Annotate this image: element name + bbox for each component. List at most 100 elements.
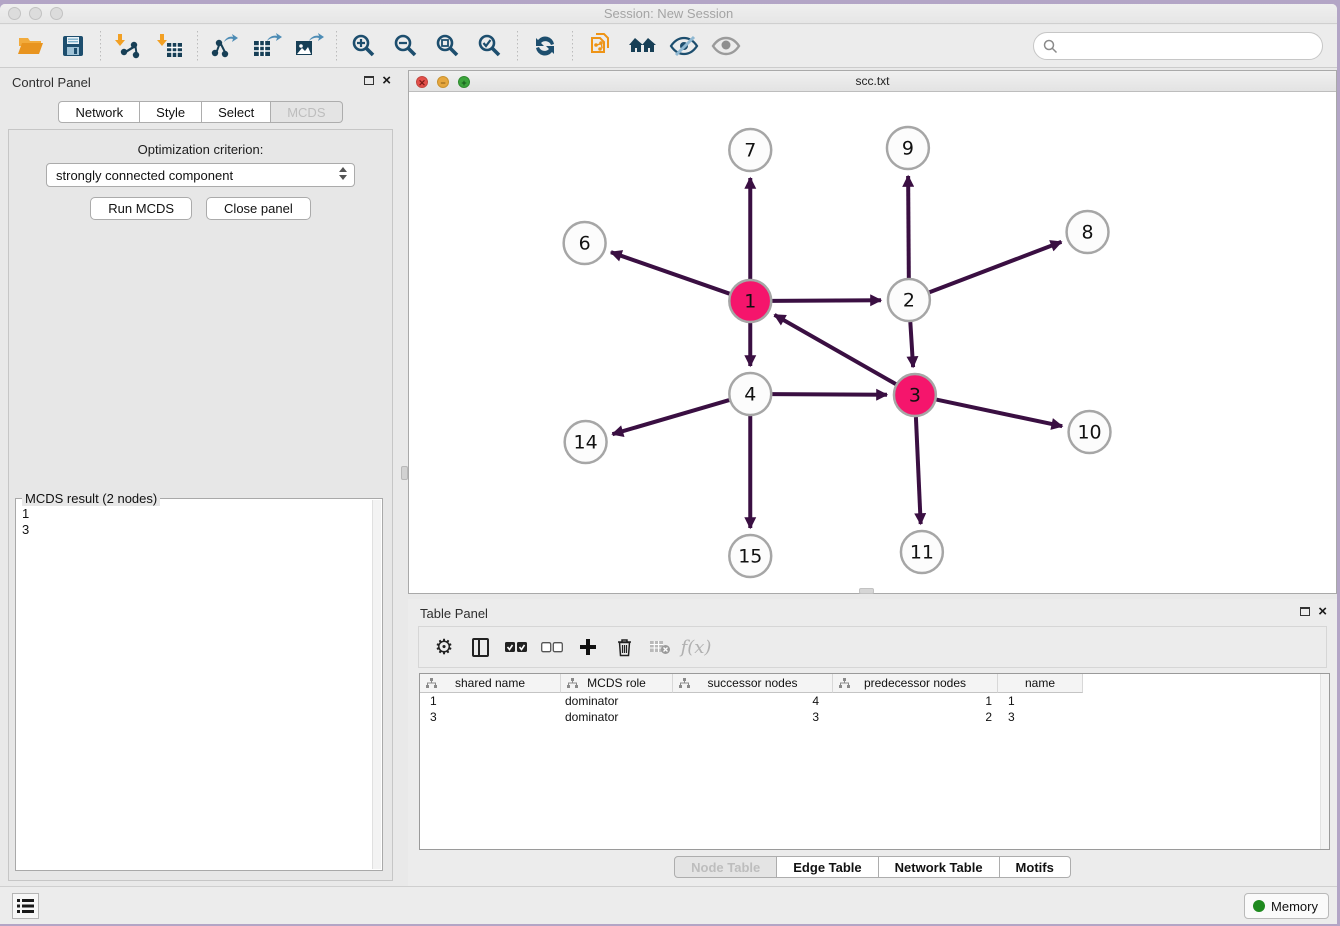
zoom-window-button[interactable] (50, 7, 63, 20)
column-header-name[interactable]: name (998, 674, 1083, 693)
delete-columns-icon[interactable] (609, 632, 639, 662)
unselect-all-columns-icon[interactable] (537, 632, 567, 662)
run-mcds-button[interactable]: Run MCDS (90, 197, 192, 220)
function-builder-icon[interactable]: f(x) (681, 632, 711, 662)
graph-node-14[interactable]: 14 (565, 421, 607, 463)
tab-network[interactable]: Network (58, 101, 140, 123)
minimize-window-button[interactable] (29, 7, 42, 20)
graph-node-6[interactable]: 6 (564, 222, 606, 264)
graph-node-15[interactable]: 15 (729, 535, 771, 577)
export-image-icon[interactable] (292, 30, 326, 62)
criterion-dropdown[interactable]: strongly connected component (46, 163, 355, 187)
canvas-resize-grip[interactable] (859, 588, 874, 594)
splitter-handle-icon[interactable] (401, 466, 408, 480)
svg-text:14: 14 (574, 431, 598, 453)
network-canvas[interactable]: 7 9 6 8 1 2 4 3 14 10 15 11 (409, 92, 1336, 592)
save-session-icon[interactable] (56, 30, 90, 62)
cell-MCDS-role[interactable]: dominator (561, 709, 673, 725)
task-history-button[interactable] (12, 893, 39, 919)
zoom-selected-icon[interactable] (473, 30, 507, 62)
column-header-predecessor-nodes[interactable]: predecessor nodes (833, 674, 998, 693)
edge-3-1[interactable] (775, 315, 896, 384)
status-bar: Memory (0, 886, 1337, 924)
tab-mcds[interactable]: MCDS (271, 101, 342, 123)
refresh-view-icon[interactable] (528, 30, 562, 62)
hide-selected-icon[interactable] (667, 30, 701, 62)
export-network-icon[interactable] (208, 30, 242, 62)
graph-node-10[interactable]: 10 (1069, 411, 1111, 453)
network-minimize-button[interactable]: − (437, 76, 449, 88)
tab-select[interactable]: Select (202, 101, 271, 123)
edge-3-10[interactable] (936, 400, 1062, 427)
zoom-in-icon[interactable] (347, 30, 381, 62)
table-scrollbar[interactable] (1320, 674, 1329, 849)
close-panel-icon[interactable]: × (382, 75, 391, 86)
graph-node-2[interactable]: 2 (888, 279, 930, 321)
table-options-icon[interactable]: ⚙ (429, 632, 459, 662)
clone-network-icon[interactable] (583, 30, 617, 62)
select-all-columns-icon[interactable] (501, 632, 531, 662)
first-neighbors-icon[interactable] (625, 30, 659, 62)
table-row[interactable]: 1dominator411 (420, 693, 1329, 709)
edge-2-9[interactable] (908, 176, 909, 278)
memory-button[interactable]: Memory (1244, 893, 1329, 919)
tab-node-table[interactable]: Node Table (674, 856, 777, 878)
graph-node-11[interactable]: 11 (901, 531, 943, 573)
cell-name[interactable]: 3 (998, 709, 1083, 725)
close-table-panel-icon[interactable]: × (1318, 606, 1327, 617)
zoom-out-icon[interactable] (389, 30, 423, 62)
tab-motifs[interactable]: Motifs (1000, 856, 1071, 878)
cell-MCDS-role[interactable]: dominator (561, 693, 673, 709)
cell-predecessor-nodes[interactable]: 2 (833, 709, 998, 725)
panel-splitter[interactable] (401, 68, 408, 886)
column-header-successor-nodes[interactable]: successor nodes (673, 674, 833, 693)
graph-node-8[interactable]: 8 (1067, 211, 1109, 253)
window-title: Session: New Session (0, 4, 1337, 24)
network-close-button[interactable]: ✕ (416, 76, 428, 88)
cell-successor-nodes[interactable]: 3 (673, 709, 833, 725)
import-table-icon[interactable] (153, 30, 187, 62)
export-table-icon[interactable] (250, 30, 284, 62)
edge-2-3[interactable] (910, 322, 913, 367)
table-tabs: Node TableEdge TableNetwork TableMotifs (408, 856, 1337, 878)
tab-edge-table[interactable]: Edge Table (777, 856, 878, 878)
cell-name[interactable]: 1 (998, 693, 1083, 709)
graph-node-4[interactable]: 4 (729, 373, 771, 415)
delete-table-icon[interactable] (645, 632, 675, 662)
search-box[interactable] (1033, 32, 1323, 60)
import-network-icon[interactable] (111, 30, 145, 62)
float-table-panel-icon[interactable] (1300, 607, 1310, 616)
edge-1-6[interactable] (611, 252, 730, 294)
close-panel-button[interactable]: Close panel (206, 197, 311, 220)
cell-shared-name[interactable]: 1 (420, 693, 561, 709)
create-column-icon[interactable] (573, 632, 603, 662)
cell-successor-nodes[interactable]: 4 (673, 693, 833, 709)
graph-node-1[interactable]: 1 (729, 280, 771, 322)
tab-network-table[interactable]: Network Table (879, 856, 1000, 878)
table-row[interactable]: 3dominator323 (420, 709, 1329, 725)
graph-node-9[interactable]: 9 (887, 127, 929, 169)
tab-style[interactable]: Style (140, 101, 202, 123)
zoom-fit-icon[interactable] (431, 30, 465, 62)
cell-predecessor-nodes[interactable]: 1 (833, 693, 998, 709)
graph-node-3[interactable]: 3 (894, 374, 936, 416)
graph-node-7[interactable]: 7 (729, 129, 771, 171)
result-scrollbar[interactable] (372, 500, 381, 869)
float-panel-icon[interactable] (364, 76, 374, 85)
svg-text:1: 1 (744, 290, 756, 312)
table-panel: Table Panel × ⚙ (408, 599, 1337, 886)
edge-1-2[interactable] (772, 300, 881, 301)
cell-shared-name[interactable]: 3 (420, 709, 561, 725)
network-maximize-button[interactable]: + (458, 76, 470, 88)
edge-2-8[interactable] (929, 242, 1061, 292)
edge-4-14[interactable] (612, 400, 729, 434)
column-header-MCDS-role[interactable]: MCDS role (561, 674, 673, 693)
show-columns-icon[interactable] (465, 632, 495, 662)
open-file-icon[interactable] (14, 30, 48, 62)
search-input[interactable] (1058, 39, 1322, 54)
show-all-icon[interactable] (709, 30, 743, 62)
close-window-button[interactable] (8, 7, 21, 20)
column-header-shared-name[interactable]: shared name (420, 674, 561, 693)
edge-3-11[interactable] (916, 417, 921, 524)
edge-4-3[interactable] (772, 394, 887, 395)
